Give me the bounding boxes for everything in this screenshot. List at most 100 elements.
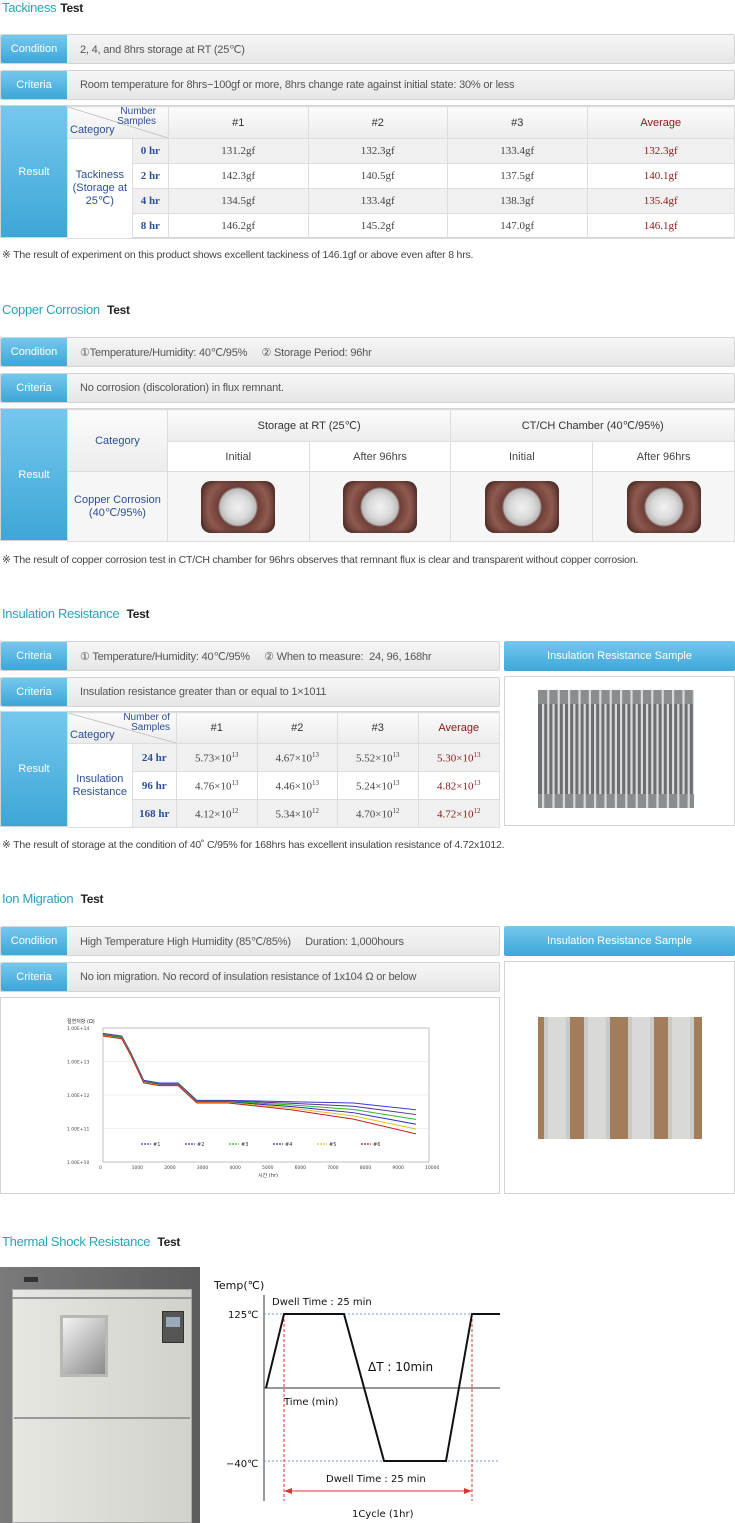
comb-finger <box>656 704 659 808</box>
cell-exponent: 13 <box>473 778 481 787</box>
tackiness-title: Tackiness Test <box>2 0 83 15</box>
comb-finger <box>692 690 694 794</box>
legend-entry: #2 <box>197 1142 204 1148</box>
cell-average: 132.3gf <box>586 138 735 164</box>
comb-finger <box>542 704 545 808</box>
comb-finger <box>583 704 586 808</box>
cell-mantissa: 4.76×10 <box>195 780 232 793</box>
comb-finger <box>568 690 571 794</box>
comb-finger <box>661 690 664 794</box>
delta-t-label: ΔT : 10min <box>368 1360 433 1374</box>
category-label: Category <box>67 409 168 472</box>
y-tick-label: 1.00E+12 <box>67 1093 89 1099</box>
comb-finger <box>573 704 576 808</box>
insulation-result: Result Number of Samples Category #1 #2 … <box>0 711 500 828</box>
cell: 134.5gf <box>168 188 309 214</box>
sub-after: After 96hrs <box>308 441 452 472</box>
time-axis-label: Time (min) <box>283 1397 338 1408</box>
comb-finger <box>625 704 628 808</box>
condition-text: High Temperature High Humidity (85℃/85%)… <box>80 935 404 948</box>
cell: 4.12×1012 <box>176 799 258 828</box>
header-1: #1 <box>176 712 258 744</box>
copper-sample-photo <box>484 480 559 533</box>
tackiness-note: ※ The result of experiment on this produ… <box>2 249 474 261</box>
comb-finger <box>640 690 643 794</box>
x-tick-label: 10000 <box>425 1165 439 1171</box>
electrode-strip-highlight <box>548 1017 566 1139</box>
cell-exponent: 12 <box>311 806 319 815</box>
comb-finger <box>651 690 654 794</box>
x-tick-label: 3000 <box>197 1165 209 1171</box>
comb-finger <box>594 704 597 808</box>
ion-sample-photo <box>538 1017 702 1139</box>
cell-mantissa: 4.12×10 <box>195 808 232 821</box>
copper-sample-photo <box>626 480 701 533</box>
cell-mantissa: 4.72×10 <box>437 808 474 821</box>
comb-finger <box>557 690 560 794</box>
insulation-category: Insulation Resistance <box>67 743 133 828</box>
ion-title-text: Ion Migration <box>2 891 74 906</box>
comb-electrode-photo <box>538 690 694 808</box>
ion-condition-bar: Condition High Temperature High Humidity… <box>0 926 500 956</box>
x-tick-label: 8000 <box>360 1165 372 1171</box>
cycle-label: 1Cycle (1hr) <box>352 1509 414 1520</box>
insulation-criteria-bar-2: Criteria Insulation resistance greater t… <box>0 677 500 707</box>
cell: 5.52×1013 <box>337 743 419 772</box>
cycle-arrow-left <box>284 1488 292 1494</box>
comb-finger <box>552 704 555 808</box>
ion-chart: 절연저항 (Ω)1.00E+14 1.00E+13 1.00E+12 1.00E+11… <box>65 1014 439 1178</box>
number-samples-label: Number of Samples <box>123 713 170 733</box>
header-average: Average <box>586 106 735 139</box>
comb-finger <box>547 690 550 794</box>
cell: 147.0gf <box>447 213 588 239</box>
copper-table: Category Storage at RT (25℃) CT/CH Chamb… <box>67 409 735 542</box>
tackiness-title-text: Tackiness <box>2 0 57 15</box>
x-tick-label: 6000 <box>295 1165 307 1171</box>
sub-after: After 96hrs <box>592 441 735 472</box>
temp-axis-label: Temp(℃) <box>213 1279 264 1292</box>
insulation-criteria-bar-1: Criteria ① Temperature/Humidity: 40℃/95%… <box>0 641 500 671</box>
x-tick-label: 2000 <box>164 1165 176 1171</box>
x-tick-label: 1000 <box>132 1165 144 1171</box>
diag-header: Number Samples Category <box>67 106 169 139</box>
header-2: #2 <box>256 712 338 744</box>
cell-exponent: 13 <box>231 778 239 787</box>
copper-sample-photo <box>201 480 276 533</box>
cell-exponent: 12 <box>473 806 481 815</box>
tackiness-condition-bar: Condition 2, 4, and 8hrs storage at RT (… <box>0 34 735 64</box>
cell: 4.67×1013 <box>256 743 338 772</box>
cell-exponent: 13 <box>473 750 481 759</box>
y-tick-label: 1.00E+11 <box>67 1127 89 1133</box>
insulation-table: Number of Samples Category #1 #2 #3 Aver… <box>67 712 500 828</box>
sub-initial: Initial <box>166 441 310 472</box>
copper-title-text: Copper Corrosion <box>2 302 100 317</box>
row-hr: 0 hr <box>131 138 170 164</box>
cell-exponent: 13 <box>231 750 239 759</box>
y-tick-label: 1.00E+14 <box>67 1026 89 1032</box>
insulation-sample-header: Insulation Resistance Sample <box>504 641 735 671</box>
tackiness-result: Result Number Samples Category #1 #2 #3 … <box>0 105 735 239</box>
header-average: Average <box>417 712 500 744</box>
legend-entry: #5 <box>329 1142 336 1148</box>
tackiness-category: Tackiness (Storage at 25℃) <box>67 138 133 239</box>
criteria-tag: Criteria <box>1 678 67 706</box>
condition-tag: Condition <box>1 338 67 366</box>
criteria-text: No ion migration. No record of insulatio… <box>80 971 417 983</box>
row-hr: 24 hr <box>131 743 178 772</box>
ion-sample-header: Insulation Resistance Sample <box>504 926 735 956</box>
legend-entry: #6 <box>373 1142 380 1148</box>
criteria-tag: Criteria <box>1 963 67 991</box>
cell: 133.4gf <box>307 188 448 214</box>
cell: 145.2gf <box>307 213 448 239</box>
diag-header: Number of Samples Category <box>67 712 177 744</box>
comb-finger <box>687 704 690 808</box>
cell-exponent: 13 <box>392 750 400 759</box>
legend-entry: #3 <box>241 1142 248 1148</box>
insulation-title-text: Insulation Resistance <box>2 606 120 621</box>
cell-exponent: 12 <box>231 806 239 815</box>
header-3: #3 <box>337 712 419 744</box>
comb-finger <box>682 690 685 794</box>
cell-mantissa: 4.82×10 <box>437 780 474 793</box>
comb-finger <box>666 704 669 808</box>
cell-mantissa: 5.73×10 <box>195 752 232 765</box>
